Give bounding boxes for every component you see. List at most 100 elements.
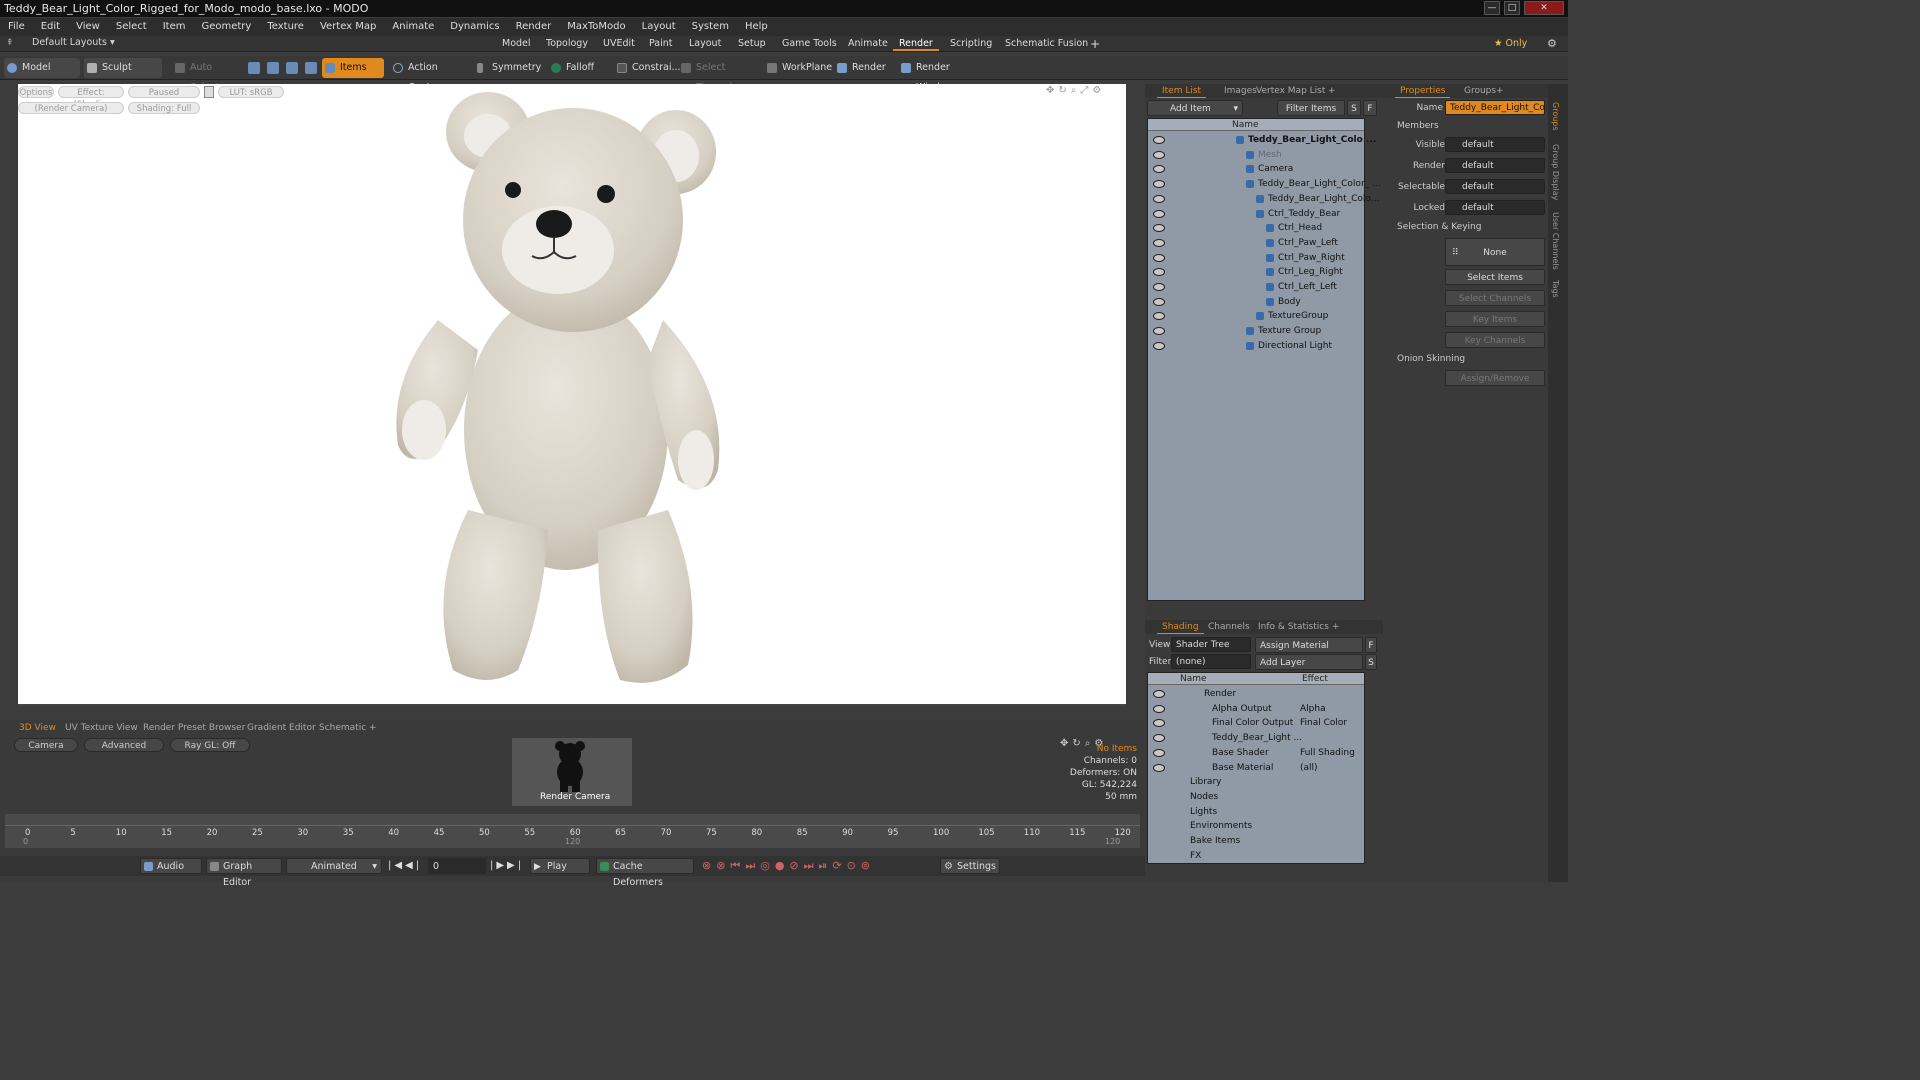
shader-effect[interactable]: Alpha xyxy=(1300,702,1326,716)
menu-maxtomodo[interactable]: MaxToModo xyxy=(559,18,633,36)
tab-schematic-fusion[interactable]: Schematic Fusion xyxy=(999,37,1094,51)
animated-dropdown[interactable]: Animated ▾ xyxy=(286,858,382,874)
onion-skinning-section[interactable]: Onion Skinning xyxy=(1397,354,1465,364)
menu-system[interactable]: System xyxy=(684,18,737,36)
eye-icon[interactable] xyxy=(1153,690,1165,698)
viewport-camera-button[interactable]: (Render Camera) xyxy=(18,102,124,114)
item-list-row[interactable]: Ctrl_Teddy_Bear xyxy=(1148,207,1364,221)
tab-paint[interactable]: Paint xyxy=(643,37,679,51)
edges-icon[interactable] xyxy=(267,62,279,74)
eye-icon[interactable] xyxy=(1153,763,1165,772)
selection-keying-section[interactable]: Selection & Keying xyxy=(1397,222,1481,232)
eye-icon[interactable] xyxy=(1153,224,1165,233)
shading-s-button[interactable]: S xyxy=(1365,654,1377,670)
tab-game-tools[interactable]: Game Tools xyxy=(776,37,843,51)
key-channels-button[interactable]: Key Channels xyxy=(1445,332,1545,348)
tab-properties[interactable]: Properties xyxy=(1395,84,1451,98)
render-window-button[interactable]: Render Window xyxy=(898,58,988,93)
item-list-row[interactable]: Mesh xyxy=(1148,148,1364,162)
filter-items-button[interactable]: Filter Items xyxy=(1277,100,1345,116)
filter-f-button[interactable]: F xyxy=(1363,100,1377,116)
items-mode-button[interactable]: Items xyxy=(322,58,384,78)
menu-item[interactable]: Item xyxy=(155,18,194,36)
tab-scripting[interactable]: Scripting xyxy=(944,37,998,51)
item-list-row[interactable]: Ctrl_Head xyxy=(1148,221,1364,235)
shader-tree-row[interactable]: Environments xyxy=(1148,819,1364,833)
eye-icon[interactable] xyxy=(1153,283,1165,291)
viewport-scrollbar[interactable] xyxy=(18,704,1126,706)
viewport-effect-button[interactable]: Effect: (Shadi... xyxy=(58,86,124,110)
shader-effect[interactable]: (all) xyxy=(1300,761,1318,775)
tab-vertex-map-list[interactable]: Vertex Map List xyxy=(1251,84,1330,98)
eye-icon[interactable] xyxy=(1153,180,1165,189)
shader-tree-dropdown[interactable]: Shader Tree xyxy=(1171,637,1251,652)
minimize-button[interactable]: — xyxy=(1484,1,1500,15)
item-list-row[interactable]: Ctrl_Left_Left xyxy=(1148,280,1364,294)
selectable-dropdown[interactable]: default xyxy=(1445,179,1545,194)
eye-icon[interactable] xyxy=(1153,312,1165,321)
only-button[interactable]: ★ Only xyxy=(1488,37,1533,51)
tab-3d-view[interactable]: 3D View xyxy=(14,720,61,736)
tab-schematic[interactable]: Schematic xyxy=(314,720,371,736)
tab-item-list[interactable]: Item List xyxy=(1157,84,1207,98)
shader-tree-row[interactable]: Final Color Output Final Color xyxy=(1148,716,1364,730)
tab-shading[interactable]: Shading xyxy=(1157,620,1204,634)
default-layouts-dropdown[interactable]: Default Layouts ▾ xyxy=(32,37,115,48)
vertices-icon[interactable] xyxy=(248,62,260,74)
select-through-button[interactable]: Select Through xyxy=(678,58,760,93)
rewind-icons[interactable]: |◀◀| xyxy=(388,860,422,871)
symmetry-button[interactable]: Symmetry xyxy=(474,58,542,78)
item-list-row[interactable]: Directional Light xyxy=(1148,339,1364,353)
menu-select[interactable]: Select xyxy=(108,18,155,36)
item-list-row[interactable]: Camera xyxy=(1148,162,1364,176)
falloff-button[interactable]: Falloff xyxy=(548,58,608,78)
add-properties-tab[interactable]: + xyxy=(1491,84,1509,98)
shader-tree-row[interactable]: Alpha Output Alpha xyxy=(1148,702,1364,716)
viewport-nav-icons[interactable]: ✥↻⌕⤢⚙ xyxy=(1046,85,1105,96)
tab-render-preset-browser[interactable]: Render Preset Browser xyxy=(138,720,250,736)
tab-uvedit[interactable]: UVEdit xyxy=(597,37,641,51)
selection-set-button[interactable]: ⠿ None xyxy=(1445,238,1545,266)
item-list-tree[interactable]: Name Teddy_Bear_Light_Colo ... Mesh Camera… xyxy=(1147,118,1381,601)
menu-animate[interactable]: Animate xyxy=(384,18,442,36)
filter-s-button[interactable]: S xyxy=(1347,100,1361,116)
menu-file[interactable]: File xyxy=(0,18,33,36)
workplane-button[interactable]: WorkPlane xyxy=(764,58,832,78)
item-list-row[interactable]: Teddy_Bear_Light_Color_ ... xyxy=(1148,177,1381,191)
item-list-row[interactable]: TextureGroup xyxy=(1148,309,1364,323)
item-list-row[interactable]: Texture Group xyxy=(1148,324,1364,338)
add-item-button[interactable]: Add Item ▾ xyxy=(1147,100,1243,116)
eye-icon[interactable] xyxy=(1153,238,1165,247)
tab-uv-texture-view[interactable]: UV Texture View xyxy=(60,720,143,736)
shader-tree-row[interactable]: Bake Items xyxy=(1148,834,1364,848)
render-button[interactable]: Render xyxy=(834,58,888,78)
tab-model[interactable]: Model xyxy=(496,37,537,51)
menu-edit[interactable]: Edit xyxy=(33,18,68,36)
advanced-button[interactable]: Advanced xyxy=(84,738,164,752)
add-layer-button[interactable]: Add Layer xyxy=(1255,654,1363,670)
shader-tree-row[interactable]: Render xyxy=(1148,687,1364,701)
menu-dynamics[interactable]: Dynamics xyxy=(442,18,507,36)
model-mode-button[interactable]: Model xyxy=(4,58,80,78)
eye-icon[interactable] xyxy=(1153,719,1165,728)
tab-animate[interactable]: Animate xyxy=(842,37,894,51)
select-channels-button[interactable]: Select Channels xyxy=(1445,290,1545,306)
vtab-group-display[interactable]: Group Display xyxy=(1551,144,1560,200)
camera-thumbnail[interactable]: Render Camera xyxy=(512,738,632,806)
eye-icon[interactable] xyxy=(1153,748,1165,757)
shader-tree[interactable]: Name Effect Render Alpha Output Alpha Final… xyxy=(1147,672,1365,864)
eye-icon[interactable] xyxy=(1153,268,1165,277)
eye-icon[interactable] xyxy=(1153,209,1165,218)
eye-icon[interactable] xyxy=(1153,341,1165,350)
eye-icon[interactable] xyxy=(1153,327,1165,336)
item-list-row[interactable]: Ctrl_Paw_Right xyxy=(1148,251,1364,265)
settings-button[interactable]: ⚙ Settings xyxy=(940,858,1000,874)
tab-layout[interactable]: Layout xyxy=(683,37,727,51)
item-list-row[interactable]: Body xyxy=(1148,295,1364,309)
camera-button[interactable]: Camera xyxy=(14,738,78,752)
add-tab-button[interactable]: + xyxy=(1084,37,1106,51)
vtab-tags[interactable]: Tags xyxy=(1551,280,1560,298)
eye-icon[interactable] xyxy=(1153,297,1165,306)
shader-tree-row[interactable]: Base Material (all) xyxy=(1148,761,1364,775)
add-shading-tab[interactable]: + xyxy=(1327,620,1345,634)
